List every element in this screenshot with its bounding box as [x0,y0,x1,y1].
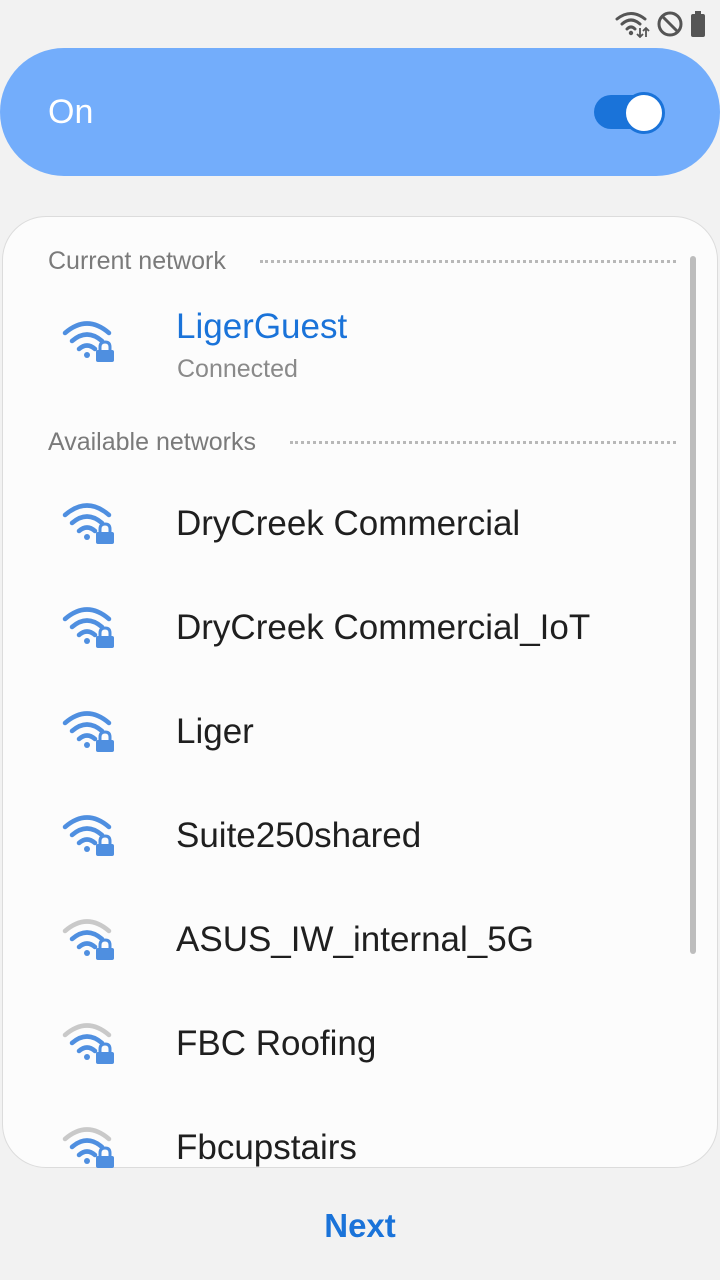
wifi-lock-icon [62,709,116,753]
wifi-switch[interactable] [594,92,666,134]
network-name: Liger [176,712,254,751]
wifi-lock-icon [62,917,116,961]
wifi-lock-icon [62,501,116,545]
network-name: DryCreek Commercial_IoT [176,608,591,647]
wifi-lock-icon [62,813,116,857]
network-name: ASUS_IW_internal_5G [176,920,534,959]
wifi-lock-icon [62,319,116,363]
network-row[interactable]: FBC Roofing [0,991,690,1095]
current-network-status: Connected [177,355,298,383]
network-row[interactable]: ASUS_IW_internal_5G [0,887,690,991]
available-networks-title: Available networks [48,427,256,456]
next-button[interactable]: Next [280,1196,440,1256]
network-row[interactable]: Suite250shared [0,783,690,887]
network-name: Fbcupstairs [176,1128,357,1167]
scrollbar[interactable] [690,256,696,954]
current-network-title: Current network [48,246,226,275]
available-networks-header: Available networks [48,426,676,458]
network-name: Suite250shared [176,816,422,855]
current-network-header: Current network [48,245,676,277]
wifi-lock-icon [62,605,116,649]
network-row[interactable]: Fbcupstairs [0,1095,690,1199]
wifi-lock-icon [62,1021,116,1065]
network-row[interactable]: DryCreek Commercial [0,471,690,575]
switch-thumb [623,92,665,134]
current-network-row[interactable]: LigerGuest Connected [0,292,690,396]
status-icons [614,9,706,39]
network-row[interactable]: Liger [0,679,690,783]
network-name: DryCreek Commercial [176,504,521,543]
blocked-icon [656,10,684,38]
section-divider [289,440,676,444]
current-network-name: LigerGuest [176,307,348,346]
network-name: FBC Roofing [176,1024,377,1063]
wifi-toggle-label: On [48,93,94,131]
battery-icon [690,11,706,37]
status-bar [0,0,720,46]
network-row[interactable]: DryCreek Commercial_IoT [0,575,690,679]
wifi-data-icon [614,10,650,38]
wifi-lock-icon [62,1125,116,1169]
section-divider [259,259,676,263]
